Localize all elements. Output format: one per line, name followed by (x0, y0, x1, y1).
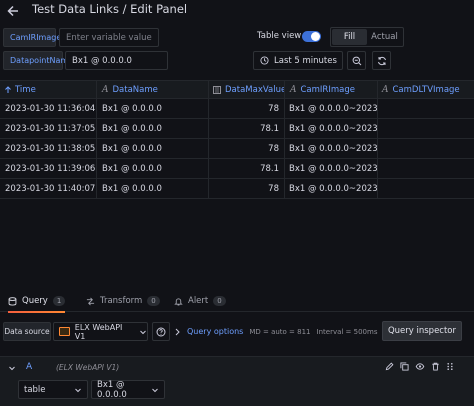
query-options: Query options MD = auto = 811 Interval =… (174, 322, 377, 341)
cell-time: 2023-01-30 11:36:04 (0, 99, 97, 119)
back-arrow-icon[interactable] (6, 4, 20, 18)
chevron-down-icon (151, 386, 159, 394)
query-row-actions (385, 362, 454, 371)
query-datasource-label: (ELX WebAPI V1) (56, 363, 120, 372)
datasource-logo-icon (59, 327, 70, 336)
column-header-time[interactable]: Time (0, 81, 97, 99)
fill-actual-switch: Fill Actual (330, 27, 404, 47)
table-row: 2023-01-30 11:37:05 Bx1 @ 0.0.0.0 78.1 B… (0, 119, 474, 139)
cell-time: 2023-01-30 11:37:05 (0, 119, 97, 139)
column-header-camirimage[interactable]: A CamIRImage (285, 81, 378, 99)
bell-icon (174, 297, 183, 306)
table-view-toggle[interactable] (302, 31, 321, 42)
time-range-picker[interactable]: Last 5 minutes (253, 51, 343, 70)
time-range-text: Last 5 minutes (274, 55, 337, 66)
chevron-right-icon[interactable] (174, 328, 181, 336)
tab-alert[interactable]: Alert 0 (174, 290, 226, 312)
string-field-icon: A (382, 85, 389, 95)
chevron-down-icon (74, 386, 82, 394)
edit-pencil-icon[interactable] (385, 362, 394, 371)
string-field-icon: A (290, 85, 297, 95)
zoom-out-icon (352, 56, 362, 66)
cell-datamaxvalue: 78.1 (209, 119, 285, 139)
duplicate-icon[interactable] (400, 362, 409, 371)
eye-icon[interactable] (415, 362, 425, 371)
table-row: 2023-01-30 11:39:06 Bx1 @ 0.0.0.0 78.1 B… (0, 159, 474, 179)
cell-dataname: Bx1 @ 0.0.0.0 (97, 159, 209, 179)
toggle-knob (311, 32, 320, 41)
cell-time: 2023-01-30 11:40:07 (0, 179, 97, 199)
cell-datamaxvalue: 78 (209, 99, 285, 119)
cell-dataname: Bx1 @ 0.0.0.0 (97, 99, 209, 119)
refresh-icon (377, 56, 387, 66)
page-title: Test Data Links / Edit Panel (32, 2, 188, 16)
data-source-picker[interactable]: ELX WebAPI V1 (53, 322, 148, 341)
interval-value: Interval = 500ms (316, 327, 378, 336)
data-source-name: ELX WebAPI V1 (74, 322, 123, 341)
query-options-toggle[interactable]: Query options (187, 327, 243, 336)
column-header-camdltvimage[interactable]: A CamDLTVImage (378, 81, 474, 99)
cell-datamaxvalue: 78 (209, 139, 285, 159)
number-field-icon (213, 86, 221, 94)
clock-icon (260, 56, 269, 65)
collapse-chevron-icon[interactable] (8, 364, 16, 372)
cell-camirimage: Bx1 @ 0.0.0.0~2023~... (285, 119, 378, 139)
data-source-label: Data source (3, 322, 51, 341)
fill-option[interactable]: Fill (332, 29, 367, 45)
drag-handle-icon[interactable] (446, 362, 454, 371)
trash-icon[interactable] (431, 362, 440, 371)
cell-time: 2023-01-30 11:39:06 (0, 159, 97, 179)
camirimage-variable-input[interactable]: Enter variable value (59, 28, 159, 47)
refresh-button[interactable] (372, 51, 391, 70)
transform-icon (86, 297, 95, 306)
datapoint-select[interactable]: Bx1 @ 0.0.0.0 (91, 380, 165, 400)
query-tabs: Query 1 Transform 0 Alert 0 (0, 290, 474, 313)
cell-camirimage: Bx1 @ 0.0.0.0~2023~... (285, 139, 378, 159)
variable-label-camirimage: CamIRImage (3, 28, 61, 47)
query-count-badge: 1 (52, 296, 66, 306)
tab-query[interactable]: Query 1 (8, 290, 66, 313)
zoom-out-button[interactable] (347, 51, 366, 70)
active-tab-indicator (8, 311, 66, 313)
sort-arrow-up-icon (4, 86, 12, 94)
cell-dataname: Bx1 @ 0.0.0.0 (97, 139, 209, 159)
format-select[interactable]: table (18, 380, 88, 399)
cell-camirimage: Bx1 @ 0.0.0.0~2023~... (285, 159, 378, 179)
data-table: Time A DataName DataMaxValue A CamIRImage … (0, 80, 474, 280)
cell-dataname: Bx1 @ 0.0.0.0 (97, 119, 209, 139)
query-name[interactable]: A (26, 362, 32, 372)
column-header-datamaxvalue[interactable]: DataMaxValue (209, 81, 285, 99)
string-field-icon: A (102, 85, 109, 95)
tab-transform[interactable]: Transform 0 (86, 290, 160, 312)
chevron-down-icon (139, 328, 147, 336)
max-data-points: MD = auto = 811 (249, 327, 311, 336)
table-row: 2023-01-30 11:36:04 Bx1 @ 0.0.0.0 78 Bx1… (0, 99, 474, 119)
cell-dataname: Bx1 @ 0.0.0.0 (97, 179, 209, 199)
table-view-label: Table view (257, 31, 302, 41)
cell-datamaxvalue: 78.1 (209, 159, 285, 179)
cell-camirimage: Bx1 @ 0.0.0.0~2023~... (285, 99, 378, 119)
alert-count-badge: 0 (213, 296, 226, 306)
variable-label-datapointname: DatapointName (3, 51, 73, 70)
cell-time: 2023-01-30 11:38:05 (0, 139, 97, 159)
data-source-help-button[interactable] (152, 322, 170, 341)
database-icon (8, 296, 17, 306)
column-header-dataname[interactable]: A DataName (97, 81, 209, 99)
transform-count-badge: 0 (147, 296, 160, 306)
table-row: 2023-01-30 11:38:05 Bx1 @ 0.0.0.0 78 Bx1… (0, 139, 474, 159)
table-header: Time A DataName DataMaxValue A CamIRImage … (0, 81, 474, 99)
cell-datamaxvalue: 78 (209, 179, 285, 199)
table-row: 2023-01-30 11:40:07 Bx1 @ 0.0.0.0 78 Bx1… (0, 179, 474, 199)
query-inspector-button[interactable]: Query inspector (382, 321, 462, 341)
cell-camirimage: Bx1 @ 0.0.0.0~2023~... (285, 179, 378, 199)
question-circle-icon (156, 327, 166, 337)
datapointname-variable-input[interactable]: Bx1 @ 0.0.0.0 (65, 51, 168, 70)
actual-option[interactable]: Actual (367, 29, 402, 45)
